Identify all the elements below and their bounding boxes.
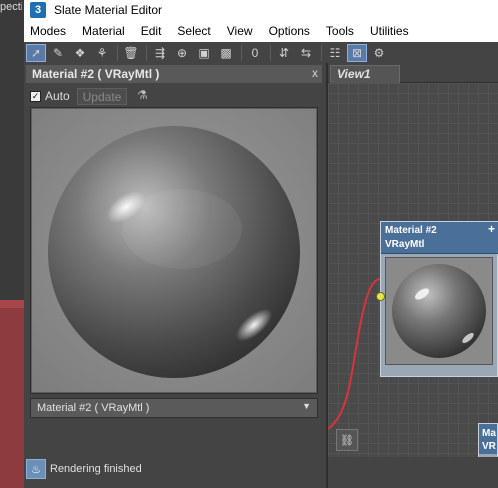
parameter-editor-icon[interactable]: ☷ [325, 44, 345, 62]
teapot-icon: ♨ [26, 459, 46, 479]
scene-object [0, 300, 24, 488]
update-button[interactable]: Update [77, 88, 127, 105]
viewport-label: pective [0, 1, 22, 13]
menu-tools[interactable]: Tools [318, 20, 362, 42]
preview-title: Material #2 ( VRayMtl ) [32, 67, 160, 81]
node2-header: Ma VR [479, 424, 497, 454]
auto-label: Auto [45, 89, 70, 103]
slate-material-editor-window: 3 Slate Material Editor Modes Material E… [24, 0, 498, 488]
node-input-socket[interactable] [376, 292, 385, 301]
select-by-material-icon[interactable]: ⚙ [369, 44, 389, 62]
tab-view1[interactable]: View1 [330, 65, 400, 83]
node2-title: Ma VR [482, 428, 496, 452]
move-children-icon[interactable]: ⇶ [150, 44, 170, 62]
expand-icon[interactable]: + [488, 222, 495, 236]
window-title: Slate Material Editor [54, 3, 163, 17]
toolbar-separator [241, 44, 242, 61]
menu-view[interactable]: View [219, 20, 261, 42]
node-subtitle: VRayMtl [385, 239, 425, 250]
toolbar-separator [270, 44, 271, 61]
status-text: Rendering finished [50, 463, 142, 475]
show-background-icon[interactable]: ▩ [216, 44, 236, 62]
put-to-scene-icon[interactable]: ❖ [70, 44, 90, 62]
toolbar: ➚ ✎ ❖ ⚘ 🗑 ⇶ ⊕ ▣ ▩ 0 ⇵ ⇆ ☷ ⊠ ⚙ [24, 42, 498, 63]
scene-object-edge [0, 300, 24, 308]
auto-checkbox[interactable]: ✓ [30, 90, 41, 102]
node-thumbnail [385, 257, 493, 365]
view-tab-strip: View1 [328, 63, 498, 83]
assign-to-selection-icon[interactable]: ⚘ [92, 44, 112, 62]
node-header: Material #2 VRayMtl + [381, 222, 498, 254]
eyedropper-icon[interactable]: ✎ [48, 44, 68, 62]
chevron-down-icon: ▼ [302, 401, 311, 411]
view-bottom-bar: ⛓ [328, 429, 498, 488]
close-icon[interactable]: x [312, 66, 318, 80]
show-map-icon[interactable]: ▣ [194, 44, 214, 62]
material-id-icon[interactable]: 0 [245, 44, 265, 62]
toolbar-separator [117, 44, 118, 61]
node-view-canvas[interactable]: Material #2 VRayMtl + Ma VR [328, 83, 498, 477]
material-preview-icon[interactable]: ⊠ [347, 43, 367, 62]
menu-options[interactable]: Options [261, 20, 318, 42]
app-icon: 3 [30, 2, 46, 18]
menu-modes[interactable]: Modes [24, 20, 74, 42]
menu-select[interactable]: Select [169, 20, 218, 42]
layout-horizontal-icon[interactable]: ⇆ [296, 44, 316, 62]
menu-edit[interactable]: Edit [133, 20, 170, 42]
hide-unused-icon[interactable]: ⊕ [172, 44, 192, 62]
preview-options-icon[interactable]: ⚗ [137, 88, 151, 104]
view-panel: View1 Material #2 VRayMtl + Ma VR ⛓ [328, 63, 498, 488]
menu-utilities[interactable]: Utilities [362, 20, 417, 42]
material-preview-render [32, 109, 316, 392]
node-title: Material #2 [385, 225, 437, 236]
select-arrow-icon[interactable]: ➚ [26, 43, 46, 62]
material-select[interactable]: Material #2 ( VRayMtl ) ▼ [30, 398, 318, 418]
preview-header: Material #2 ( VRayMtl ) x [26, 65, 322, 83]
menu-bar: Modes Material Edit Select View Options … [24, 20, 498, 42]
navigator-icon[interactable]: ⛓ [336, 429, 358, 451]
toolbar-separator [146, 44, 147, 61]
layout-vertical-icon[interactable]: ⇵ [274, 44, 294, 62]
delete-icon[interactable]: 🗑 [121, 44, 141, 62]
material-preview-panel: Material #2 ( VRayMtl ) x ✓ Auto Update … [24, 63, 326, 488]
menu-material[interactable]: Material [74, 20, 133, 42]
material-select-value: Material #2 ( VRayMtl ) [37, 402, 150, 414]
material-node[interactable]: Material #2 VRayMtl + [376, 221, 498, 377]
title-bar: 3 Slate Material Editor [24, 0, 498, 20]
toolbar-separator [321, 44, 322, 61]
auto-row: ✓ Auto [30, 87, 70, 105]
preview-frame [30, 107, 318, 394]
